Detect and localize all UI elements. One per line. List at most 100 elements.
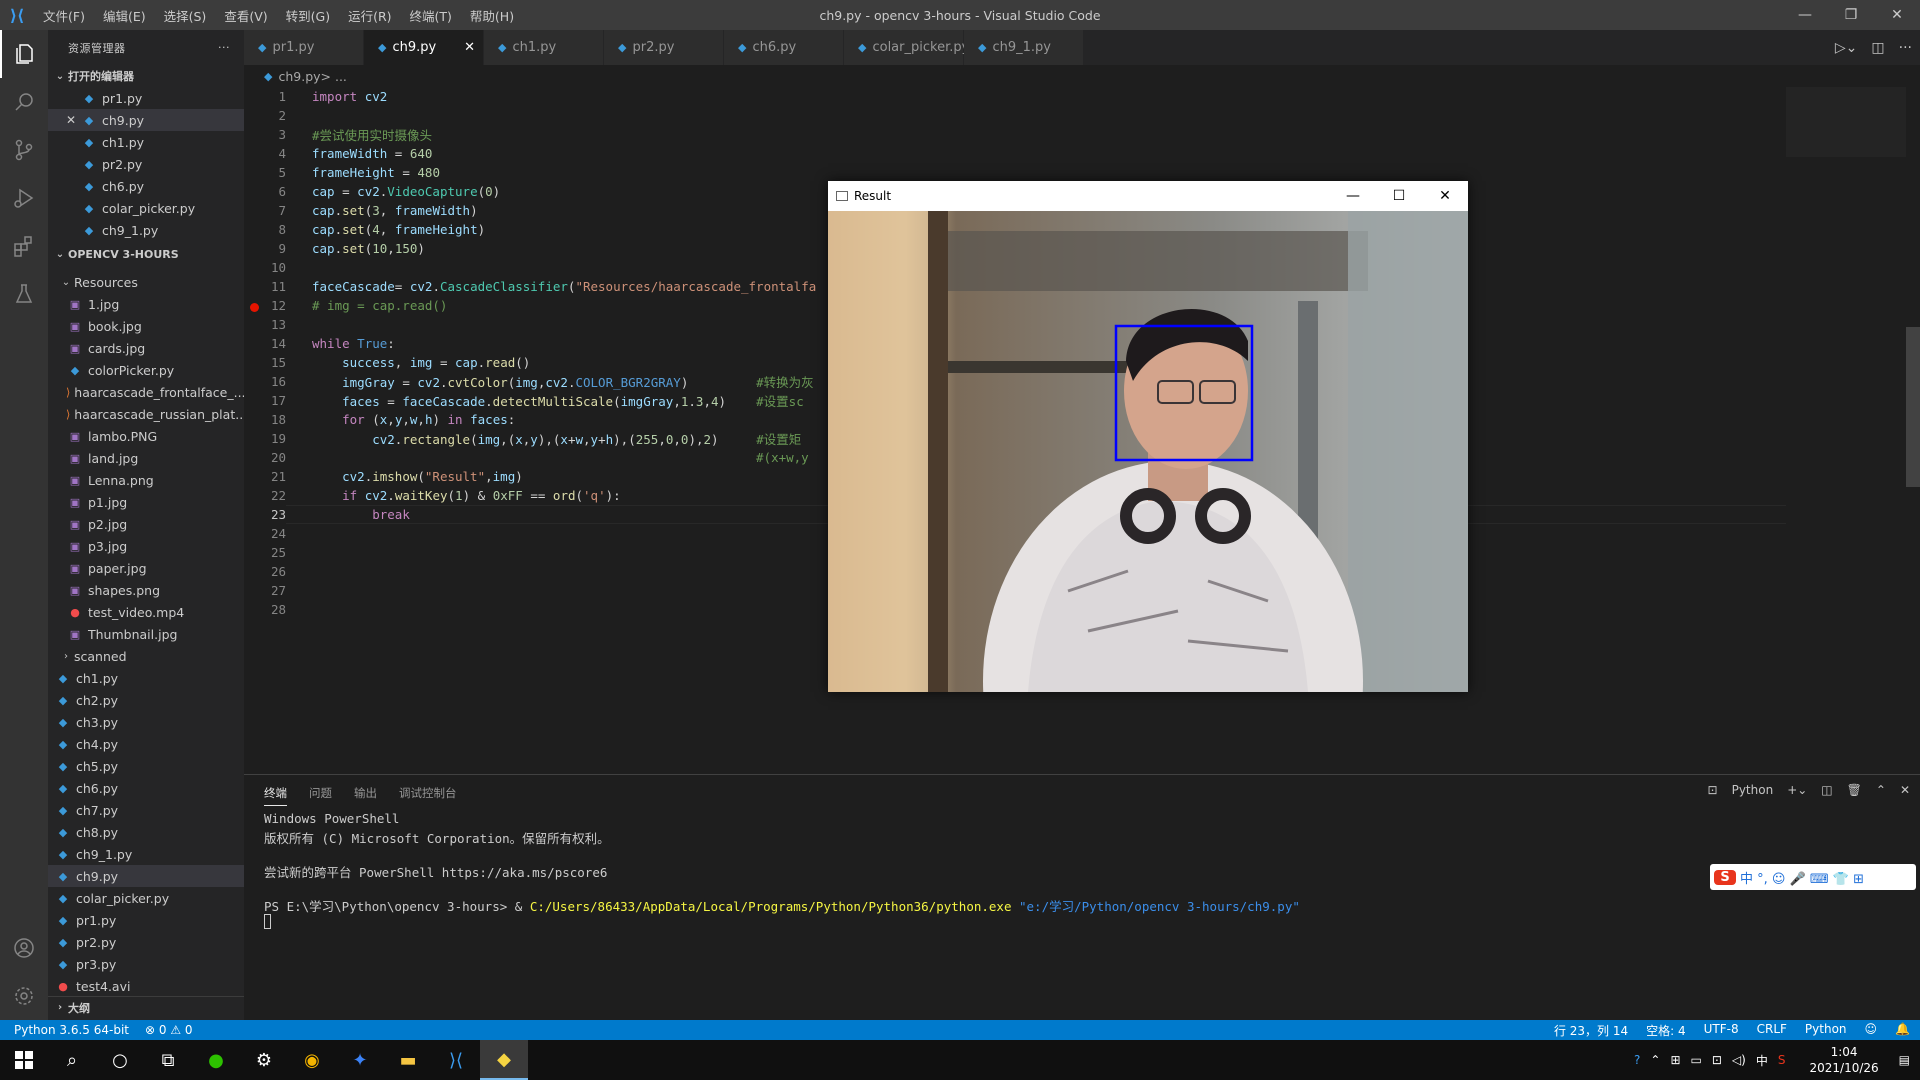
menu-item[interactable]: 查看(V) bbox=[215, 6, 276, 25]
show-hidden-icons-icon[interactable]: ⌃ bbox=[1650, 1053, 1660, 1067]
restore-icon[interactable]: ❐ bbox=[1828, 0, 1874, 30]
close-icon[interactable]: ✕ bbox=[1422, 181, 1468, 211]
clock[interactable]: 1:04 2021/10/26 bbox=[1809, 1044, 1878, 1076]
windows-start-icon[interactable] bbox=[0, 1040, 48, 1080]
feishu-icon[interactable]: ✦ bbox=[336, 1040, 384, 1080]
file-item[interactable]: ◆ ch7.py bbox=[48, 799, 244, 821]
outline-section[interactable]: › 大纲 bbox=[48, 996, 244, 1018]
close-panel-icon[interactable]: ✕ bbox=[1900, 783, 1910, 797]
file-item[interactable]: ▣ lambo.PNG bbox=[48, 425, 244, 447]
close-tab-icon[interactable]: ✕ bbox=[464, 40, 475, 55]
code-line[interactable]: 3 #尝试使用实时摄像头 bbox=[244, 125, 1784, 144]
editor-scrollbar[interactable] bbox=[1906, 87, 1920, 487]
python-interpreter[interactable]: Python 3.6.5 64-bit bbox=[14, 1023, 129, 1037]
file-item[interactable]: ◆ ch5.py bbox=[48, 755, 244, 777]
file-item[interactable]: ◆ ch9.py bbox=[48, 865, 244, 887]
panel-tab[interactable]: 问题 bbox=[309, 785, 332, 801]
tab-pr2-py[interactable]: ◆ pr2.py bbox=[604, 30, 724, 65]
tab-ch9-py[interactable]: ◆ ch9.py ✕ bbox=[364, 30, 484, 65]
notifications-bell-icon[interactable]: 🔔 bbox=[1895, 1022, 1910, 1039]
open-editors-section[interactable]: ⌄ 打开的编辑器 bbox=[48, 65, 244, 87]
wechat-icon[interactable]: ● bbox=[192, 1040, 240, 1080]
new-terminal-icon[interactable]: +⌄ bbox=[1787, 783, 1807, 797]
settings-app-icon[interactable]: ⚙ bbox=[240, 1040, 288, 1080]
ime-items[interactable]: 中 °, ☺ 🎤 ⌨ 👕 ⊞ bbox=[1740, 868, 1864, 887]
tab-ch6-py[interactable]: ◆ ch6.py bbox=[724, 30, 844, 65]
file-item[interactable]: ◆ ch3.py bbox=[48, 711, 244, 733]
problems-count[interactable]: ⊗ 0 ⚠ 0 bbox=[145, 1023, 193, 1037]
file-item[interactable]: ◆ ch1.py bbox=[48, 667, 244, 689]
chrome-icon[interactable]: ◉ bbox=[288, 1040, 336, 1080]
folder-scanned[interactable]: › scanned bbox=[48, 645, 244, 667]
file-item[interactable]: ● test4.avi bbox=[48, 975, 244, 997]
file-item[interactable]: ▣ p1.jpg bbox=[48, 491, 244, 513]
task-view-icon[interactable]: ⧉ bbox=[144, 1040, 192, 1080]
file-item[interactable]: ◆ pr3.py bbox=[48, 953, 244, 975]
file-item[interactable]: ● test_video.mp4 bbox=[48, 601, 244, 623]
file-item[interactable]: ▣ shapes.png bbox=[48, 579, 244, 601]
file-item[interactable]: ◆ ch6.py bbox=[48, 175, 244, 197]
file-item[interactable]: ▣ Lenna.png bbox=[48, 469, 244, 491]
split-editor-icon[interactable]: ◫ bbox=[1871, 40, 1884, 56]
result-title-bar[interactable]: Result — ☐ ✕ bbox=[828, 181, 1468, 211]
file-item[interactable]: ◆ pr1.py bbox=[48, 87, 244, 109]
menu-item[interactable]: 帮助(H) bbox=[461, 6, 523, 25]
language-mode[interactable]: Python bbox=[1805, 1022, 1847, 1039]
help-icon[interactable]: ? bbox=[1634, 1053, 1640, 1067]
encoding[interactable]: UTF-8 bbox=[1704, 1022, 1739, 1039]
trash-icon[interactable]: 🗑 bbox=[1847, 783, 1862, 797]
file-item[interactable]: ◆ ch9_1.py bbox=[48, 843, 244, 865]
account-icon[interactable] bbox=[0, 924, 48, 972]
menu-item[interactable]: 运行(R) bbox=[339, 6, 400, 25]
menu-item[interactable]: 编辑(E) bbox=[94, 6, 155, 25]
file-item[interactable]: ◆ pr1.py bbox=[48, 909, 244, 931]
tray-app-icon[interactable]: ⊞ bbox=[1670, 1053, 1680, 1067]
code-line[interactable]: 1 import cv2 bbox=[244, 87, 1784, 106]
ime-toolbar[interactable]: S 中 °, ☺ 🎤 ⌨ 👕 ⊞ bbox=[1710, 864, 1916, 890]
file-explorer-icon[interactable]: ▬ bbox=[384, 1040, 432, 1080]
file-item[interactable]: ⟩ haarcascade_frontalface_... bbox=[48, 381, 244, 403]
close-icon[interactable]: ✕ bbox=[62, 113, 80, 127]
file-item[interactable]: ◆ ch1.py bbox=[48, 131, 244, 153]
panel-tab[interactable]: 调试控制台 bbox=[399, 785, 457, 801]
run-debug-icon[interactable] bbox=[0, 174, 48, 222]
menu-item[interactable]: 终端(T) bbox=[401, 6, 461, 25]
minimap[interactable] bbox=[1786, 87, 1906, 157]
python-taskbar-icon[interactable]: ◆ bbox=[480, 1040, 528, 1080]
tab-ch1-py[interactable]: ◆ ch1.py bbox=[484, 30, 604, 65]
more-actions-icon[interactable]: ··· bbox=[1899, 40, 1912, 56]
minimize-icon[interactable]: — bbox=[1330, 181, 1376, 211]
indentation[interactable]: 空格: 4 bbox=[1646, 1022, 1686, 1039]
file-item[interactable]: ▣ cards.jpg bbox=[48, 337, 244, 359]
file-item[interactable]: ◆ colar_picker.py bbox=[48, 197, 244, 219]
cursor-position[interactable]: 行 23，列 14 bbox=[1554, 1022, 1628, 1039]
shell-label[interactable]: Python bbox=[1732, 783, 1774, 797]
menu-item[interactable]: 文件(F) bbox=[34, 6, 94, 25]
feedback-icon[interactable]: ☺ bbox=[1865, 1022, 1878, 1039]
split-terminal-icon[interactable]: ◫ bbox=[1821, 783, 1832, 797]
code-line[interactable]: 5 frameHeight = 480 bbox=[244, 163, 1784, 182]
menu-item[interactable]: 选择(S) bbox=[155, 6, 216, 25]
file-item[interactable]: ◆ pr2.py bbox=[48, 931, 244, 953]
file-item[interactable]: ◆ ch2.py bbox=[48, 689, 244, 711]
breakpoint-icon[interactable] bbox=[250, 303, 259, 312]
file-item[interactable]: ✕ ◆ ch9.py bbox=[48, 109, 244, 131]
file-item[interactable]: ▣ book.jpg bbox=[48, 315, 244, 337]
testing-flask-icon[interactable] bbox=[0, 270, 48, 318]
file-item[interactable]: ▣ land.jpg bbox=[48, 447, 244, 469]
source-control-icon[interactable] bbox=[0, 126, 48, 174]
panel-tab[interactable]: 输出 bbox=[354, 785, 377, 801]
folder-resources[interactable]: ⌄ Resources bbox=[48, 271, 244, 293]
menu-item[interactable]: 转到(G) bbox=[277, 6, 339, 25]
vscode-taskbar-icon[interactable]: ⟩⟨ bbox=[432, 1040, 480, 1080]
code-line[interactable]: 2 bbox=[244, 106, 1784, 125]
explorer-icon[interactable] bbox=[0, 30, 48, 78]
file-item[interactable]: ▣ p3.jpg bbox=[48, 535, 244, 557]
end-of-line[interactable]: CRLF bbox=[1757, 1022, 1787, 1039]
file-item[interactable]: ◆ colar_picker.py bbox=[48, 887, 244, 909]
cortana-icon[interactable]: ○ bbox=[96, 1040, 144, 1080]
breadcrumb-rest[interactable]: > ... bbox=[321, 69, 347, 84]
close-icon[interactable]: ✕ bbox=[1874, 0, 1920, 30]
breadcrumb-file[interactable]: ch9.py bbox=[278, 69, 320, 84]
tab-pr1-py[interactable]: ◆ pr1.py bbox=[244, 30, 364, 65]
